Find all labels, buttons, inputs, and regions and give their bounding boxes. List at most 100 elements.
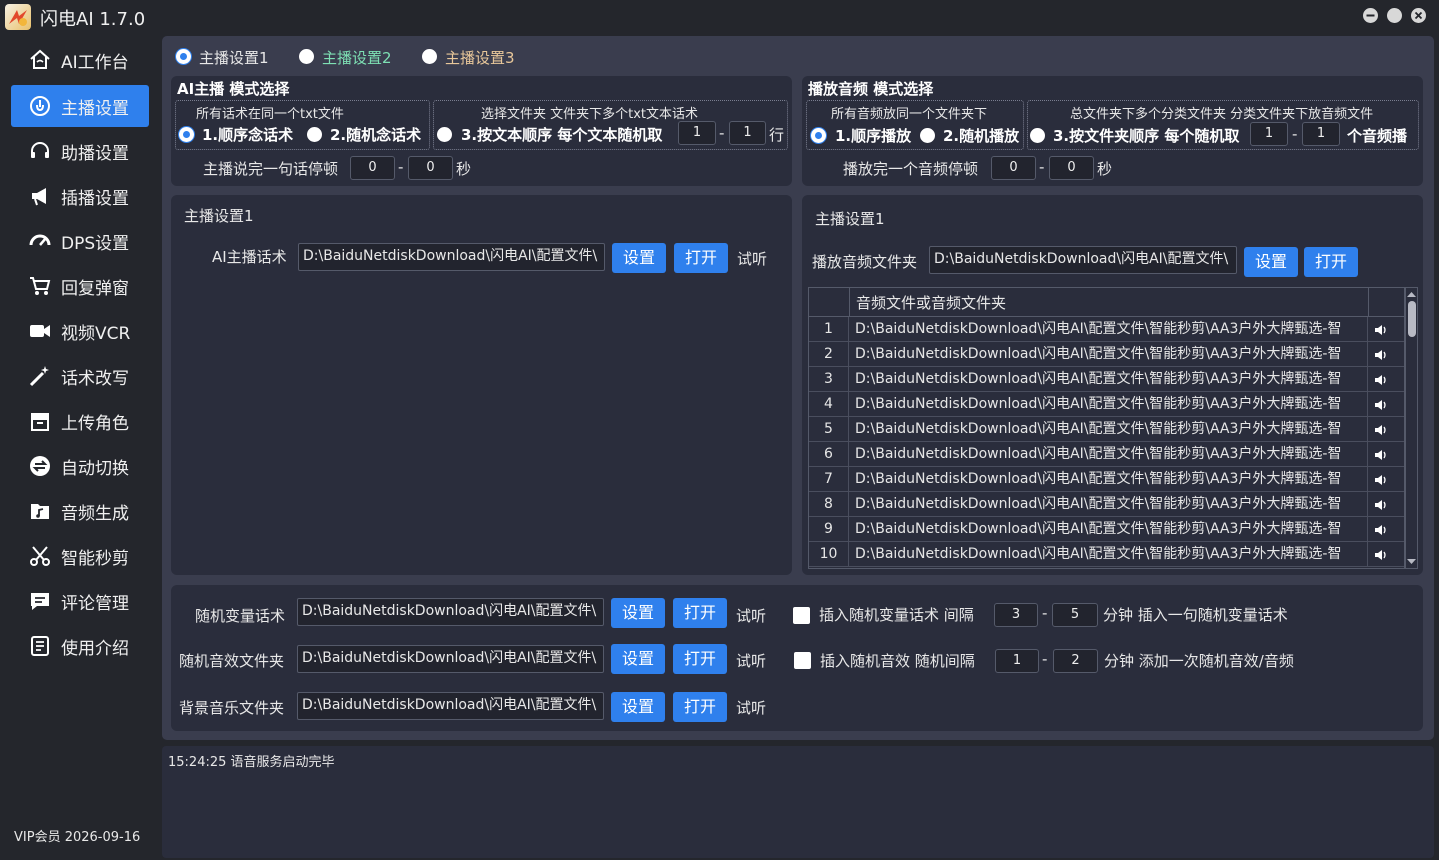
ai-mode-opt1-radio[interactable] — [179, 127, 194, 142]
sidebar-item-script-rewrite[interactable]: 话术改写 — [11, 355, 149, 397]
audio-folder-open-button[interactable]: 打开 — [1304, 247, 1358, 277]
sidebar-item-anchor-settings[interactable]: 主播设置 — [11, 85, 149, 127]
audio-mode-from-input[interactable]: 1 — [1250, 122, 1288, 146]
ai-mode-opt1[interactable]: 1.顺序念话术 — [202, 124, 293, 145]
sidebar-item-upload-role[interactable]: 上传角色 — [11, 400, 149, 442]
audio-folder-set-button[interactable]: 设置 — [1244, 247, 1298, 277]
sidebar-item-usage-guide[interactable]: 使用介绍 — [11, 625, 149, 667]
speaker-icon[interactable] — [1369, 542, 1393, 567]
tab-anchor2[interactable]: 主播设置2 — [322, 47, 392, 68]
ai-mode-opt3-radio[interactable] — [437, 127, 452, 142]
scissors-icon — [27, 544, 53, 568]
ai-pause-to-input[interactable]: 0 — [408, 156, 453, 180]
speaker-icon[interactable] — [1369, 492, 1393, 517]
table-row[interactable]: 6 D:\BaiduNetdiskDownload\闪电AI\配置文件\智能秒剪\… — [809, 442, 1404, 467]
speaker-icon[interactable] — [1369, 367, 1393, 392]
sidebar-item-auto-switch[interactable]: 自动切换 — [11, 445, 149, 487]
insert-random-sfx-to-input[interactable]: 2 — [1053, 649, 1098, 673]
sidebar-item-audio-generate[interactable]: 音频生成 — [11, 490, 149, 532]
audio-mode-opt3[interactable]: 3.按文件夹顺序 每个随机取 — [1053, 125, 1239, 146]
table-row[interactable]: 4 D:\BaiduNetdiskDownload\闪电AI\配置文件\智能秒剪\… — [809, 392, 1404, 417]
sidebar-item-reply-popup[interactable]: 回复弹窗 — [11, 265, 149, 307]
table-row[interactable]: 1 D:\BaiduNetdiskDownload\闪电AI\配置文件\智能秒剪\… — [809, 317, 1404, 342]
audio-mode-to-input[interactable]: 1 — [1302, 122, 1340, 146]
random-sfx-set-button[interactable]: 设置 — [611, 644, 665, 674]
table-row[interactable]: 9 D:\BaiduNetdiskDownload\闪电AI\配置文件\智能秒剪\… — [809, 517, 1404, 542]
video-camera-icon — [27, 319, 53, 343]
speaker-icon[interactable] — [1369, 442, 1393, 467]
speaker-icon[interactable] — [1369, 517, 1393, 542]
tab-radio-anchor3[interactable] — [422, 49, 437, 64]
audio-mode-opt2-radio[interactable] — [920, 128, 935, 143]
audio-mode-opt1-radio[interactable] — [811, 128, 826, 143]
row-path: D:\BaiduNetdiskDownload\闪电AI\配置文件\智能秒剪\A… — [850, 442, 1368, 467]
sidebar-item-ai-workbench[interactable]: AI工作台 — [11, 39, 149, 81]
home-icon — [27, 48, 53, 72]
tab-radio-anchor2[interactable] — [299, 49, 314, 64]
sidebar-item-insert-settings[interactable]: 插播设置 — [11, 175, 149, 217]
ai-script-set-button[interactable]: 设置 — [612, 243, 666, 273]
random-sfx-path-input[interactable]: D:\BaiduNetdiskDownload\闪电AI\配置文件\ — [297, 645, 604, 673]
tab-radio-anchor1[interactable] — [176, 49, 191, 64]
scroll-thumb[interactable] — [1408, 301, 1416, 337]
audio-mode-opt1[interactable]: 1.顺序播放 — [835, 125, 911, 146]
ai-mode-opt3[interactable]: 3.按文本顺序 每个文本随机取 — [461, 124, 662, 145]
random-var-open-button[interactable]: 打开 — [673, 598, 727, 628]
dash: - — [1042, 604, 1048, 622]
audio-folder-path-input[interactable]: D:\BaiduNetdiskDownload\闪电AI\配置文件\ — [929, 246, 1237, 274]
table-row[interactable]: 2 D:\BaiduNetdiskDownload\闪电AI\配置文件\智能秒剪\… — [809, 342, 1404, 367]
bgm-path-input[interactable]: D:\BaiduNetdiskDownload\闪电AI\配置文件\ — [297, 692, 604, 720]
row-number: 2 — [809, 342, 849, 367]
scroll-down-icon[interactable] — [1406, 558, 1417, 566]
random-sfx-open-button[interactable]: 打开 — [673, 644, 727, 674]
random-sfx-listen-link[interactable]: 试听 — [736, 650, 766, 671]
close-button[interactable] — [1411, 8, 1426, 23]
random-var-path-input[interactable]: D:\BaiduNetdiskDownload\闪电AI\配置文件\ — [297, 598, 604, 626]
table-row[interactable]: 10 D:\BaiduNetdiskDownload\闪电AI\配置文件\智能秒剪… — [809, 542, 1404, 567]
audio-file-table: 音频文件或音频文件夹 1 D:\BaiduNetdiskDownload\闪电AI… — [808, 287, 1405, 569]
bgm-set-button[interactable]: 设置 — [611, 692, 665, 722]
sidebar-item-smart-cut[interactable]: 智能秒剪 — [11, 535, 149, 577]
insert-random-var-to-input[interactable]: 5 — [1052, 603, 1098, 627]
audio-mode-opt2[interactable]: 2.随机播放 — [943, 125, 1019, 146]
ai-pause-from-input[interactable]: 0 — [350, 156, 395, 180]
minimize-button[interactable] — [1363, 8, 1378, 23]
sidebar-item-video-vcr[interactable]: 视频VCR — [11, 310, 149, 352]
speaker-icon[interactable] — [1369, 342, 1393, 367]
ai-script-path-input[interactable]: D:\BaiduNetdiskDownload\闪电AI\配置文件\ — [298, 243, 605, 271]
table-row[interactable]: 7 D:\BaiduNetdiskDownload\闪电AI\配置文件\智能秒剪\… — [809, 467, 1404, 492]
random-var-set-button[interactable]: 设置 — [611, 598, 665, 628]
sidebar-item-dps-settings[interactable]: DPS设置 — [11, 220, 149, 262]
music-folder-icon — [27, 499, 53, 523]
bgm-open-button[interactable]: 打开 — [673, 692, 727, 722]
scroll-up-icon[interactable] — [1406, 290, 1417, 298]
insert-random-sfx-from-input[interactable]: 1 — [995, 649, 1039, 673]
ai-mode-opt2[interactable]: 2.随机念话术 — [330, 124, 421, 145]
audio-pause-from-input[interactable]: 0 — [991, 156, 1036, 180]
table-row[interactable]: 3 D:\BaiduNetdiskDownload\闪电AI\配置文件\智能秒剪\… — [809, 367, 1404, 392]
table-row[interactable]: 5 D:\BaiduNetdiskDownload\闪电AI\配置文件\智能秒剪\… — [809, 417, 1404, 442]
ai-script-open-button[interactable]: 打开 — [674, 243, 728, 273]
tab-anchor3[interactable]: 主播设置3 — [445, 47, 515, 68]
speaker-icon[interactable] — [1369, 467, 1393, 492]
ai-mode-opt2-radio[interactable] — [307, 127, 322, 142]
tab-anchor1[interactable]: 主播设置1 — [199, 47, 269, 68]
speaker-icon[interactable] — [1369, 417, 1393, 442]
sidebar-item-comment-manage[interactable]: 评论管理 — [11, 580, 149, 622]
ai-mode-to-input[interactable]: 1 — [729, 121, 766, 145]
audio-mode-opt3-radio[interactable] — [1030, 128, 1045, 143]
audio-pause-to-input[interactable]: 0 — [1049, 156, 1094, 180]
ai-script-listen-link[interactable]: 试听 — [737, 248, 767, 269]
speaker-icon[interactable] — [1369, 392, 1393, 417]
maximize-button[interactable] — [1387, 8, 1402, 23]
table-scrollbar[interactable] — [1405, 287, 1418, 569]
ai-mode-from-input[interactable]: 1 — [678, 121, 716, 145]
sidebar-item-assistant-settings[interactable]: 助播设置 — [11, 130, 149, 172]
insert-random-var-checkbox[interactable] — [793, 607, 810, 624]
speaker-icon[interactable] — [1369, 317, 1393, 342]
insert-random-var-from-input[interactable]: 3 — [994, 603, 1038, 627]
random-var-listen-link[interactable]: 试听 — [736, 605, 766, 626]
table-row[interactable]: 8 D:\BaiduNetdiskDownload\闪电AI\配置文件\智能秒剪\… — [809, 492, 1404, 517]
insert-random-sfx-checkbox[interactable] — [794, 652, 811, 669]
bgm-listen-link[interactable]: 试听 — [736, 697, 766, 718]
